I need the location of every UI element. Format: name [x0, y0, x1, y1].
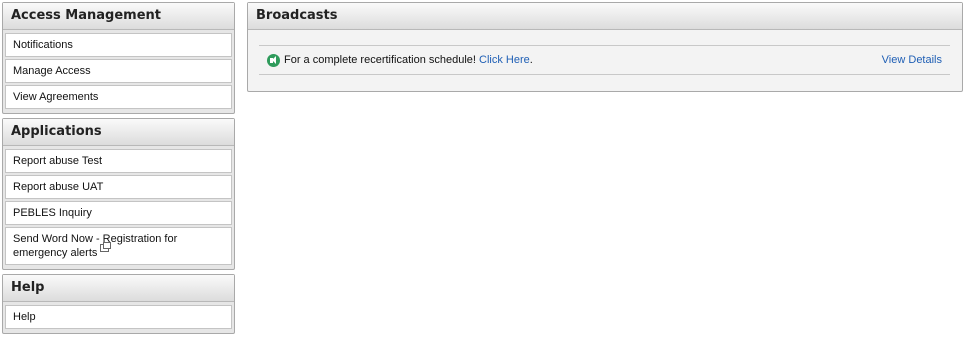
sidebar-item-pebles-inquiry[interactable]: PEBLES Inquiry	[5, 201, 232, 225]
broadcast-message: For a complete recertification schedule!…	[284, 54, 533, 66]
applications-panel: Applications Report abuse Test Report ab…	[2, 118, 235, 270]
sidebar-item-notifications[interactable]: Notifications	[5, 33, 232, 57]
help-list: Help	[3, 302, 234, 333]
broadcasts-header: Broadcasts	[248, 3, 962, 30]
applications-header: Applications	[3, 119, 234, 146]
access-management-panel: Access Management Notifications Manage A…	[2, 2, 235, 114]
send-word-now-label: Send Word Now - Registration for emergen…	[13, 233, 178, 259]
sidebar-item-send-word-now[interactable]: Send Word Now - Registration for emergen…	[5, 227, 232, 265]
sidebar-item-view-agreements[interactable]: View Agreements	[5, 85, 232, 109]
sidebar: Access Management Notifications Manage A…	[2, 2, 235, 338]
applications-list: Report abuse Test Report abuse UAT PEBLE…	[3, 146, 234, 269]
sidebar-item-report-abuse-uat[interactable]: Report abuse UAT	[5, 175, 232, 199]
broadcast-message-text: For a complete recertification schedule!	[284, 54, 476, 66]
help-header: Help	[3, 275, 234, 302]
broadcast-row: For a complete recertification schedule!…	[259, 45, 950, 75]
broadcast-message-suffix: .	[529, 54, 533, 66]
access-management-header: Access Management	[3, 3, 234, 30]
sidebar-item-manage-access[interactable]: Manage Access	[5, 59, 232, 83]
click-here-link[interactable]: Click Here	[479, 54, 530, 66]
access-management-list: Notifications Manage Access View Agreeme…	[3, 30, 234, 113]
megaphone-icon	[267, 53, 280, 67]
sidebar-item-help[interactable]: Help	[5, 305, 232, 329]
view-details-link[interactable]: View Details	[882, 54, 942, 66]
external-link-icon	[100, 242, 112, 252]
help-panel: Help Help	[2, 274, 235, 334]
sidebar-item-report-abuse-test[interactable]: Report abuse Test	[5, 149, 232, 173]
broadcasts-panel: Broadcasts For a complete recertificatio…	[247, 2, 963, 92]
